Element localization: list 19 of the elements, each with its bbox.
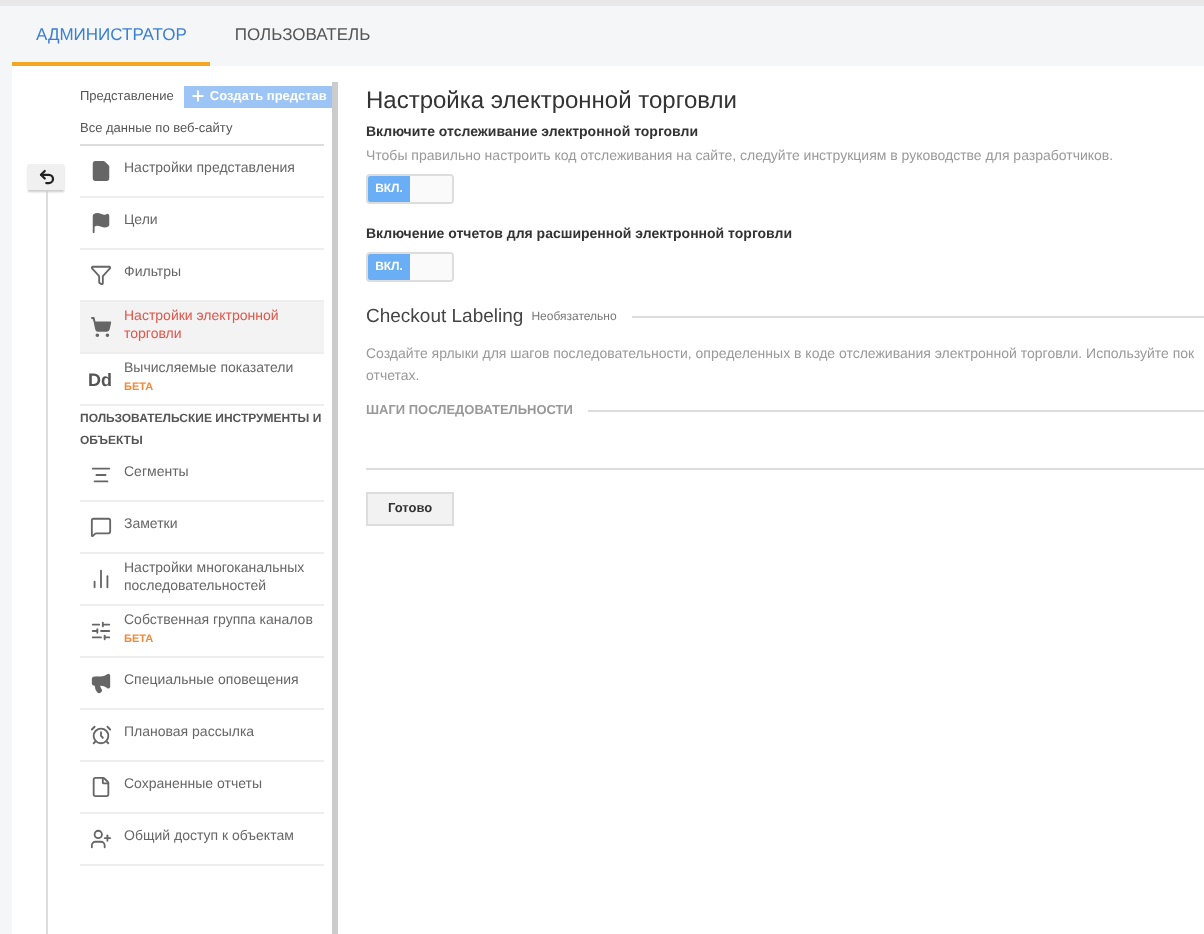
add-person-icon: [89, 828, 111, 850]
tab[interactable]: ПОЛЬЗОВАТЕЛЬ: [210, 6, 395, 66]
cart-icon: [89, 316, 111, 338]
section-title: Checkout Labeling: [366, 306, 524, 328]
filter-icon: [89, 264, 111, 286]
segments-icon: [89, 464, 111, 486]
back-arrow-icon: [37, 168, 55, 186]
comment-icon: [89, 516, 111, 538]
flag-icon: [89, 212, 111, 234]
alarm-clock-icon: [89, 724, 111, 746]
icon-text: Dd: [88, 369, 112, 389]
plus-icon: [189, 88, 206, 104]
back-button[interactable]: [28, 164, 64, 190]
page-title: Настройка электронной торговли: [366, 86, 739, 114]
bar-chart-icon: [89, 568, 111, 590]
page-icon: [89, 776, 111, 798]
sliders-icon: [89, 620, 111, 642]
megaphone-icon: [89, 672, 111, 694]
document-icon: [89, 160, 111, 182]
